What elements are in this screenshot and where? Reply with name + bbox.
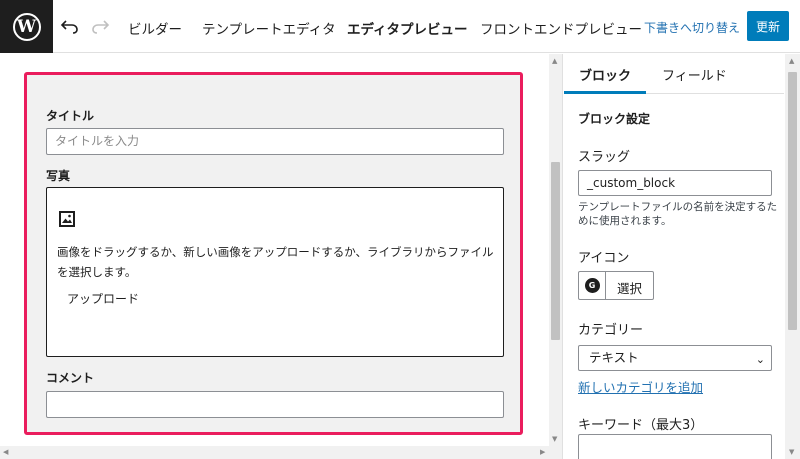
editor-vertical-scrollbar[interactable]: ▲ ▼ xyxy=(549,54,562,446)
category-label: カテゴリー xyxy=(578,323,644,338)
slug-input[interactable]: _custom_block xyxy=(578,170,772,196)
tab-frontend-preview[interactable]: フロントエンドプレビュー xyxy=(480,18,642,38)
image-icon xyxy=(59,211,75,227)
keywords-label: キーワード（最大3） xyxy=(578,418,704,433)
sidebar-scroll-thumb[interactable] xyxy=(788,72,797,330)
title-field-label: タイトル xyxy=(46,109,95,123)
photo-field-label: 写真 xyxy=(46,169,71,183)
custom-block-preview[interactable]: タイトル タイトルを入力 写真 画像をドラッグするか、新しい画像をアップロードす… xyxy=(24,72,523,435)
icon-label: アイコン xyxy=(578,251,630,266)
editor-scroll-thumb[interactable] xyxy=(551,162,560,340)
sidebar-scroll-up-icon[interactable]: ▲ xyxy=(789,57,794,65)
update-button[interactable]: 更新 xyxy=(747,11,789,41)
scroll-up-arrow-icon[interactable]: ▲ xyxy=(552,57,557,65)
category-selected-value: テキスト xyxy=(589,350,639,365)
settings-sidebar: ブロック フィールド ブロック設定 スラッグ _custom_block テンプ… xyxy=(564,54,800,459)
tab-field[interactable]: フィールド xyxy=(662,65,727,84)
photo-upload-instructions: 画像をドラッグするか、新しい画像をアップロードするか、ライブラリからファイルを選… xyxy=(57,245,494,279)
add-category-link[interactable]: 新しいカテゴリを追加 xyxy=(578,377,703,396)
tab-builder[interactable]: ビルダー xyxy=(128,18,182,38)
keywords-input[interactable] xyxy=(578,434,772,459)
sidebar-scroll-down-icon[interactable]: ▼ xyxy=(789,448,794,456)
tab-block[interactable]: ブロック xyxy=(579,65,631,84)
editor-canvas: タイトル タイトルを入力 写真 画像をドラッグするか、新しい画像をアップロードす… xyxy=(0,54,563,459)
title-input[interactable]: タイトルを入力 xyxy=(46,128,504,155)
slug-label: スラッグ xyxy=(578,150,631,165)
sidebar-tabs: ブロック フィールド xyxy=(564,54,784,94)
scroll-down-arrow-icon[interactable]: ▼ xyxy=(552,435,557,443)
icon-preview: G xyxy=(579,272,606,299)
icon-select-button[interactable]: G 選択 xyxy=(578,271,654,300)
scroll-left-arrow-icon[interactable]: ◀ xyxy=(3,448,8,456)
chevron-down-icon: ⌄ xyxy=(755,353,765,366)
top-toolbar: W ビルダー テンプレートエディタ エディタプレビュー フロントエンドプレビュー… xyxy=(0,0,800,53)
editor-horizontal-scrollbar[interactable]: ◀ ▶ xyxy=(0,446,562,459)
tab-template-editor[interactable]: テンプレートエディタ xyxy=(202,18,336,38)
tab-editor-preview[interactable]: エディタプレビュー xyxy=(347,18,468,38)
sidebar-vertical-scrollbar[interactable]: ▲ ▼ xyxy=(785,54,800,459)
comment-input[interactable] xyxy=(46,391,504,418)
icon-select-label: 選択 xyxy=(617,281,643,296)
switch-to-draft-link[interactable]: 下書きへ切り替え xyxy=(644,19,740,36)
scroll-right-arrow-icon[interactable]: ▶ xyxy=(540,448,545,456)
comment-field-label: コメント xyxy=(46,371,95,385)
slug-help-text: テンプレートファイルの名前を決定するために使用されます。 xyxy=(578,201,778,227)
block-settings-heading: ブロック設定 xyxy=(578,112,651,126)
undo-icon[interactable] xyxy=(58,14,82,38)
category-select[interactable]: テキスト ⌄ xyxy=(578,345,772,371)
wordpress-logo[interactable]: W xyxy=(0,0,53,53)
wordpress-logo-icon: W xyxy=(12,12,41,41)
block-icon: G xyxy=(584,278,600,293)
photo-upload-area[interactable]: 画像をドラッグするか、新しい画像をアップロードするか、ライブラリからファイルを選… xyxy=(46,187,504,357)
active-tab-indicator xyxy=(564,91,646,94)
upload-button[interactable]: アップロード xyxy=(57,288,149,309)
redo-icon[interactable] xyxy=(88,14,112,38)
